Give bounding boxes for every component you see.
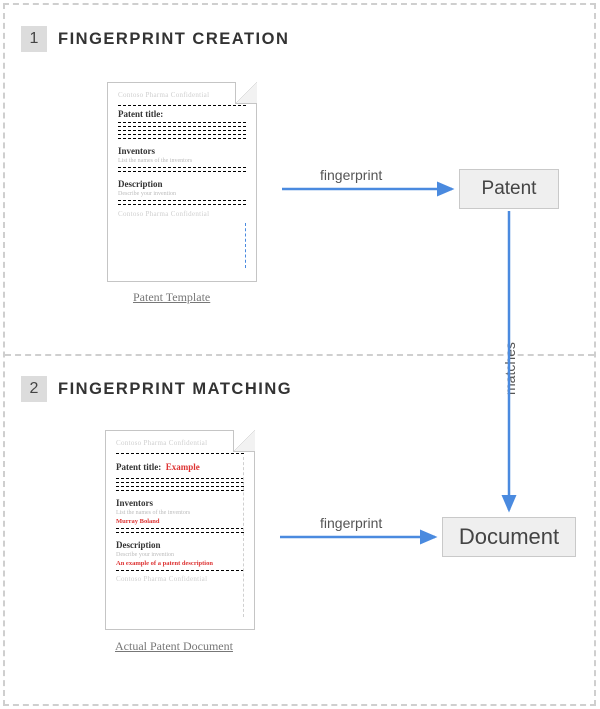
actual-patent-doc: Contoso Pharma Confidential Patent title…	[105, 430, 255, 630]
doc2-inventors-sub: List the names of the inventors	[116, 510, 244, 516]
doc2-caption: Actual Patent Document	[115, 639, 233, 654]
doc2-inventors-example: Murray Boland	[116, 518, 244, 525]
doc2-footer: Contoso Pharma Confidential	[116, 575, 244, 583]
patent-template-doc: Contoso Pharma Confidential Patent title…	[107, 82, 257, 282]
step2-badge: 2	[21, 376, 47, 402]
doc2-description-example: An example of a patent description	[116, 560, 244, 567]
patent-node: Patent	[459, 169, 559, 209]
doc2-description-sub: Describe your invention	[116, 552, 244, 558]
step1-badge: 1	[21, 26, 47, 52]
vertical-arrow-label: matches	[502, 342, 518, 395]
doc1-footer: Contoso Pharma Confidential	[118, 210, 246, 218]
doc2-header: Contoso Pharma Confidential	[116, 439, 244, 447]
doc2-title-example: Example	[166, 462, 200, 472]
doc1-caption: Patent Template	[133, 290, 210, 305]
doc2-description-label: Description	[116, 540, 244, 550]
step1-title: FINGERPRINT CREATION	[58, 30, 289, 49]
doc1-title-label: Patent title:	[118, 109, 246, 119]
doc1-description-label: Description	[118, 179, 246, 189]
doc2-title-label: Patent title:	[116, 462, 161, 472]
step2-title: FINGERPRINT MATCHING	[58, 380, 292, 399]
arrow1-label: fingerprint	[320, 167, 382, 183]
doc1-header: Contoso Pharma Confidential	[118, 91, 246, 99]
doc1-description-sub: Describe your invention	[118, 191, 246, 197]
diagram-root: 1 FINGERPRINT CREATION Contoso Pharma Co…	[0, 0, 600, 709]
doc2-inventors-label: Inventors	[116, 498, 244, 508]
arrow2-label: fingerprint	[320, 515, 382, 531]
doc1-inventors-label: Inventors	[118, 146, 246, 156]
document-node: Document	[442, 517, 576, 557]
doc1-inventors-sub: List the names of the inventors	[118, 158, 246, 164]
